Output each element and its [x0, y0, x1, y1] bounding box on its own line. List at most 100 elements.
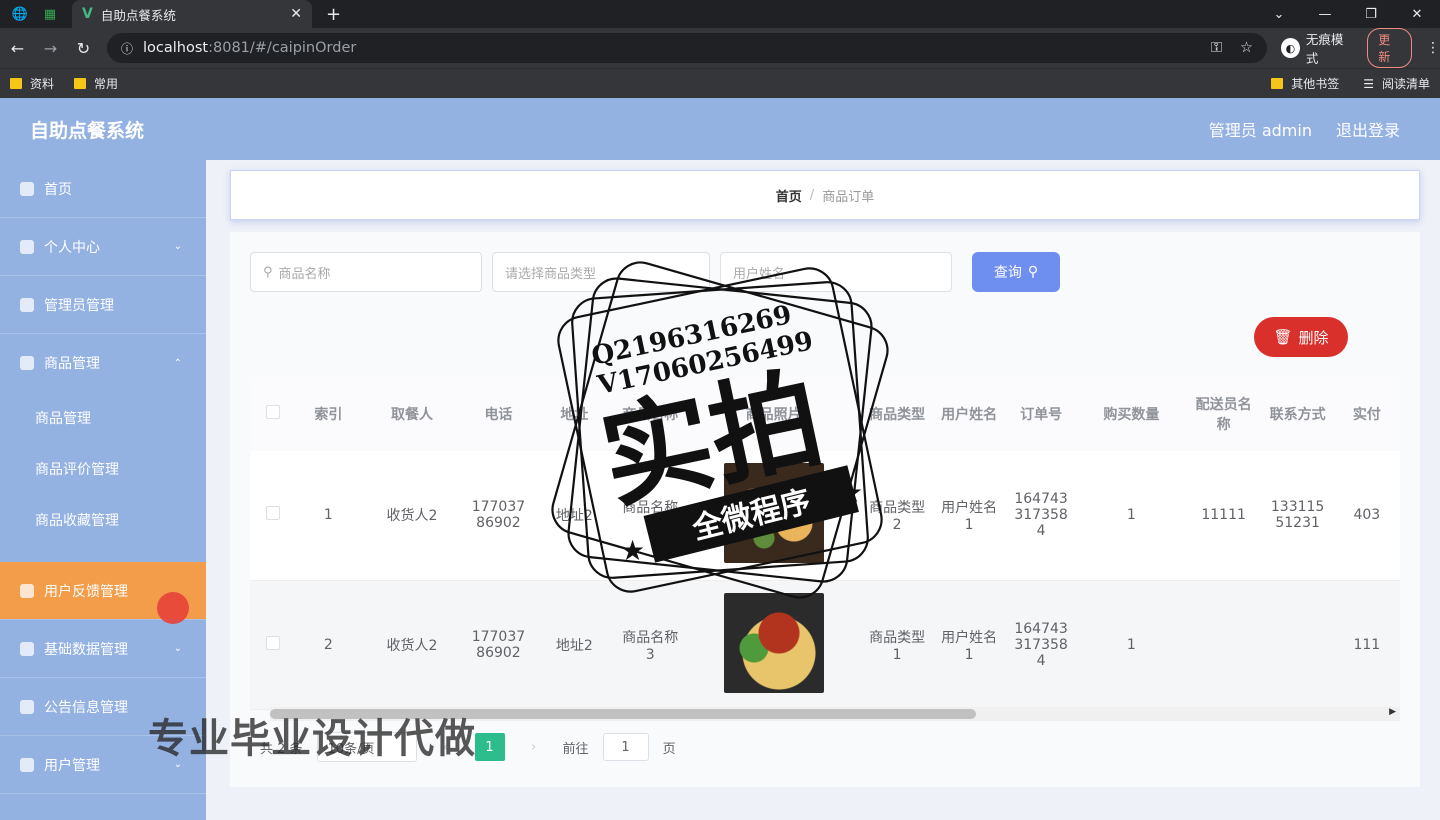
reading-list[interactable]: ☰ 阅读清单 [1363, 75, 1430, 92]
folder-icon [1271, 78, 1284, 89]
cell-receiver: 收货人2 [361, 451, 463, 581]
sidebar-sub-goods[interactable]: 商品管理 [0, 392, 206, 443]
url-bar[interactable]: ⓘ localhost:8081/#/caipinOrder ⚿ ☆ [107, 33, 1267, 63]
cell-user-name: 用户姓名1 [933, 580, 1006, 710]
col-header: 配送员名称 [1185, 377, 1262, 451]
breadcrumb-current: 商品订单 [822, 189, 875, 205]
bookmark-item[interactable]: 常用 [74, 75, 118, 92]
other-bookmarks[interactable]: 其他书签 [1271, 75, 1339, 92]
minimize-button[interactable]: — [1302, 7, 1348, 22]
col-header: 取餐人 [361, 377, 463, 451]
row-checkbox[interactable] [265, 635, 280, 650]
cell-quantity: 1 [1077, 580, 1186, 710]
info-icon[interactable]: ⓘ [121, 40, 133, 57]
goto-prefix: 前往 [562, 741, 589, 757]
star-icon: ★ [620, 534, 645, 567]
cell-order-no: 1647433173584 [1005, 580, 1078, 710]
col-header: 索引 [295, 377, 362, 451]
user-label: 管理员 admin [1208, 121, 1312, 140]
breadcrumb-separator: / [809, 187, 815, 203]
window-controls: ⌄ — ❐ ✕ [1256, 0, 1440, 28]
col-header: 用户姓名 [933, 377, 1006, 451]
tab-search-icon[interactable]: ⌄ [1256, 7, 1302, 22]
goto-suffix: 页 [662, 741, 676, 757]
watermark-bottom-text: 专业毕业设计代做 [148, 716, 476, 762]
chevron-down-icon: ⌄ [173, 643, 182, 654]
incognito-indicator[interactable]: ◐ 无痕模式 [1281, 29, 1353, 67]
maximize-button[interactable]: ❐ [1348, 7, 1394, 22]
menu-icon[interactable]: ⋮ [1426, 40, 1440, 56]
forward-icon[interactable]: → [41, 39, 60, 58]
row-checkbox[interactable] [265, 506, 280, 521]
app-brand: 自助点餐系统 [30, 119, 145, 142]
delete-button[interactable]: 🗑 删除 [1254, 317, 1348, 357]
reload-icon[interactable]: ↻ [74, 39, 93, 58]
incognito-label: 无痕模式 [1305, 32, 1344, 66]
globe-icon: 🌐 [11, 6, 29, 22]
page-button[interactable]: 1 [474, 733, 505, 761]
bookmark-item[interactable]: 资料 [10, 75, 54, 92]
col-header: 电话 [462, 377, 535, 451]
cell-courier [1185, 580, 1262, 710]
close-tab-icon[interactable]: ✕ [290, 6, 302, 22]
breadcrumb-home[interactable]: 首页 [776, 186, 802, 205]
col-header: 实付 [1333, 377, 1400, 451]
update-button[interactable]: 更新 [1367, 28, 1413, 68]
goto-page-input[interactable]: 1 [602, 733, 649, 761]
sidebar-item-basedata[interactable]: 基础数据管理 ⌄ [0, 620, 206, 678]
chevron-up-icon: ⌃ [173, 357, 182, 369]
sidebar-item-home[interactable]: 首页 [0, 160, 206, 218]
goods-name-input[interactable]: ⚲ 商品名称 [250, 252, 482, 292]
sheet-icon: ▦ [43, 6, 57, 22]
col-header: 联系方式 [1261, 377, 1334, 451]
new-tab-button[interactable]: + [326, 4, 341, 25]
star-icon[interactable]: ☆ [1240, 40, 1253, 56]
vue-icon: V [82, 6, 93, 22]
url-path: :8081/#/caipinOrder [208, 40, 357, 56]
close-window-button[interactable]: ✕ [1394, 7, 1440, 22]
chevron-down-icon: ⌄ [173, 241, 182, 252]
cell-quantity: 1 [1077, 451, 1186, 581]
user-icon [20, 239, 34, 254]
url-host: localhost [143, 40, 209, 56]
sidebar-item-profile[interactable]: 个人中心 ⌄ [0, 218, 206, 276]
key-icon[interactable]: ⚿ [1211, 40, 1222, 56]
search-icon: ⚲ [263, 264, 273, 280]
cell-paid: 403 [1333, 451, 1400, 581]
admin-icon [20, 297, 34, 312]
browser-tab-bar: 🌐 ▦ V 自助点餐系统 ✕ + ⌄ — ❐ ✕ [0, 0, 1440, 28]
col-header: 购买数量 [1077, 377, 1186, 451]
select-all-header[interactable] [250, 377, 296, 451]
sidebar-item-goods[interactable]: 商品管理 ⌃ [0, 334, 206, 392]
logout-link[interactable]: 退出登录 [1336, 117, 1400, 141]
cell-user-name: 用户姓名1 [933, 451, 1006, 581]
cell-index: 2 [295, 580, 362, 710]
sidebar-sub-goods-favorite[interactable]: 商品收藏管理 [0, 494, 206, 545]
incognito-icon: ◐ [1281, 38, 1300, 58]
cell-contact: 13311551231 [1261, 451, 1334, 581]
address-toolbar: ← → ↻ ⓘ localhost:8081/#/caipinOrder ⚿ ☆… [0, 28, 1440, 68]
goods-icon [20, 356, 34, 370]
cell-receiver: 收货人2 [361, 580, 463, 710]
back-icon[interactable]: ← [8, 39, 27, 58]
cell-paid: 111 [1333, 580, 1400, 710]
cell-phone: 17703786902 [462, 580, 535, 710]
next-page-button[interactable]: › [519, 733, 549, 761]
select-all-checkbox[interactable] [265, 405, 280, 419]
sidebar-sub-goods-review[interactable]: 商品评价管理 [0, 443, 206, 494]
cell-phone: 17703786902 [462, 451, 535, 581]
notice-icon [20, 699, 34, 714]
bookmarks-bar: 资料 常用 其他书签 ☰ 阅读清单 [0, 68, 1440, 98]
app-header: 自助点餐系统 管理员 admin 退出登录 [0, 98, 1440, 160]
reading-list-icon: ☰ [1363, 76, 1374, 91]
users-icon [20, 757, 34, 772]
scroll-right-icon[interactable]: ▶ [1389, 707, 1396, 717]
database-icon [20, 641, 34, 656]
trash-icon: 🗑 [1273, 328, 1293, 346]
browser-tab[interactable]: V 自助点餐系统 ✕ [72, 0, 312, 28]
sidebar-item-feedback[interactable]: 用户反馈管理 [0, 562, 206, 624]
sidebar-item-admin[interactable]: 管理员管理 [0, 276, 206, 334]
col-header: 订单号 [1005, 377, 1078, 451]
feedback-icon [20, 583, 34, 598]
query-button[interactable]: 查询 ⚲ [972, 252, 1060, 292]
